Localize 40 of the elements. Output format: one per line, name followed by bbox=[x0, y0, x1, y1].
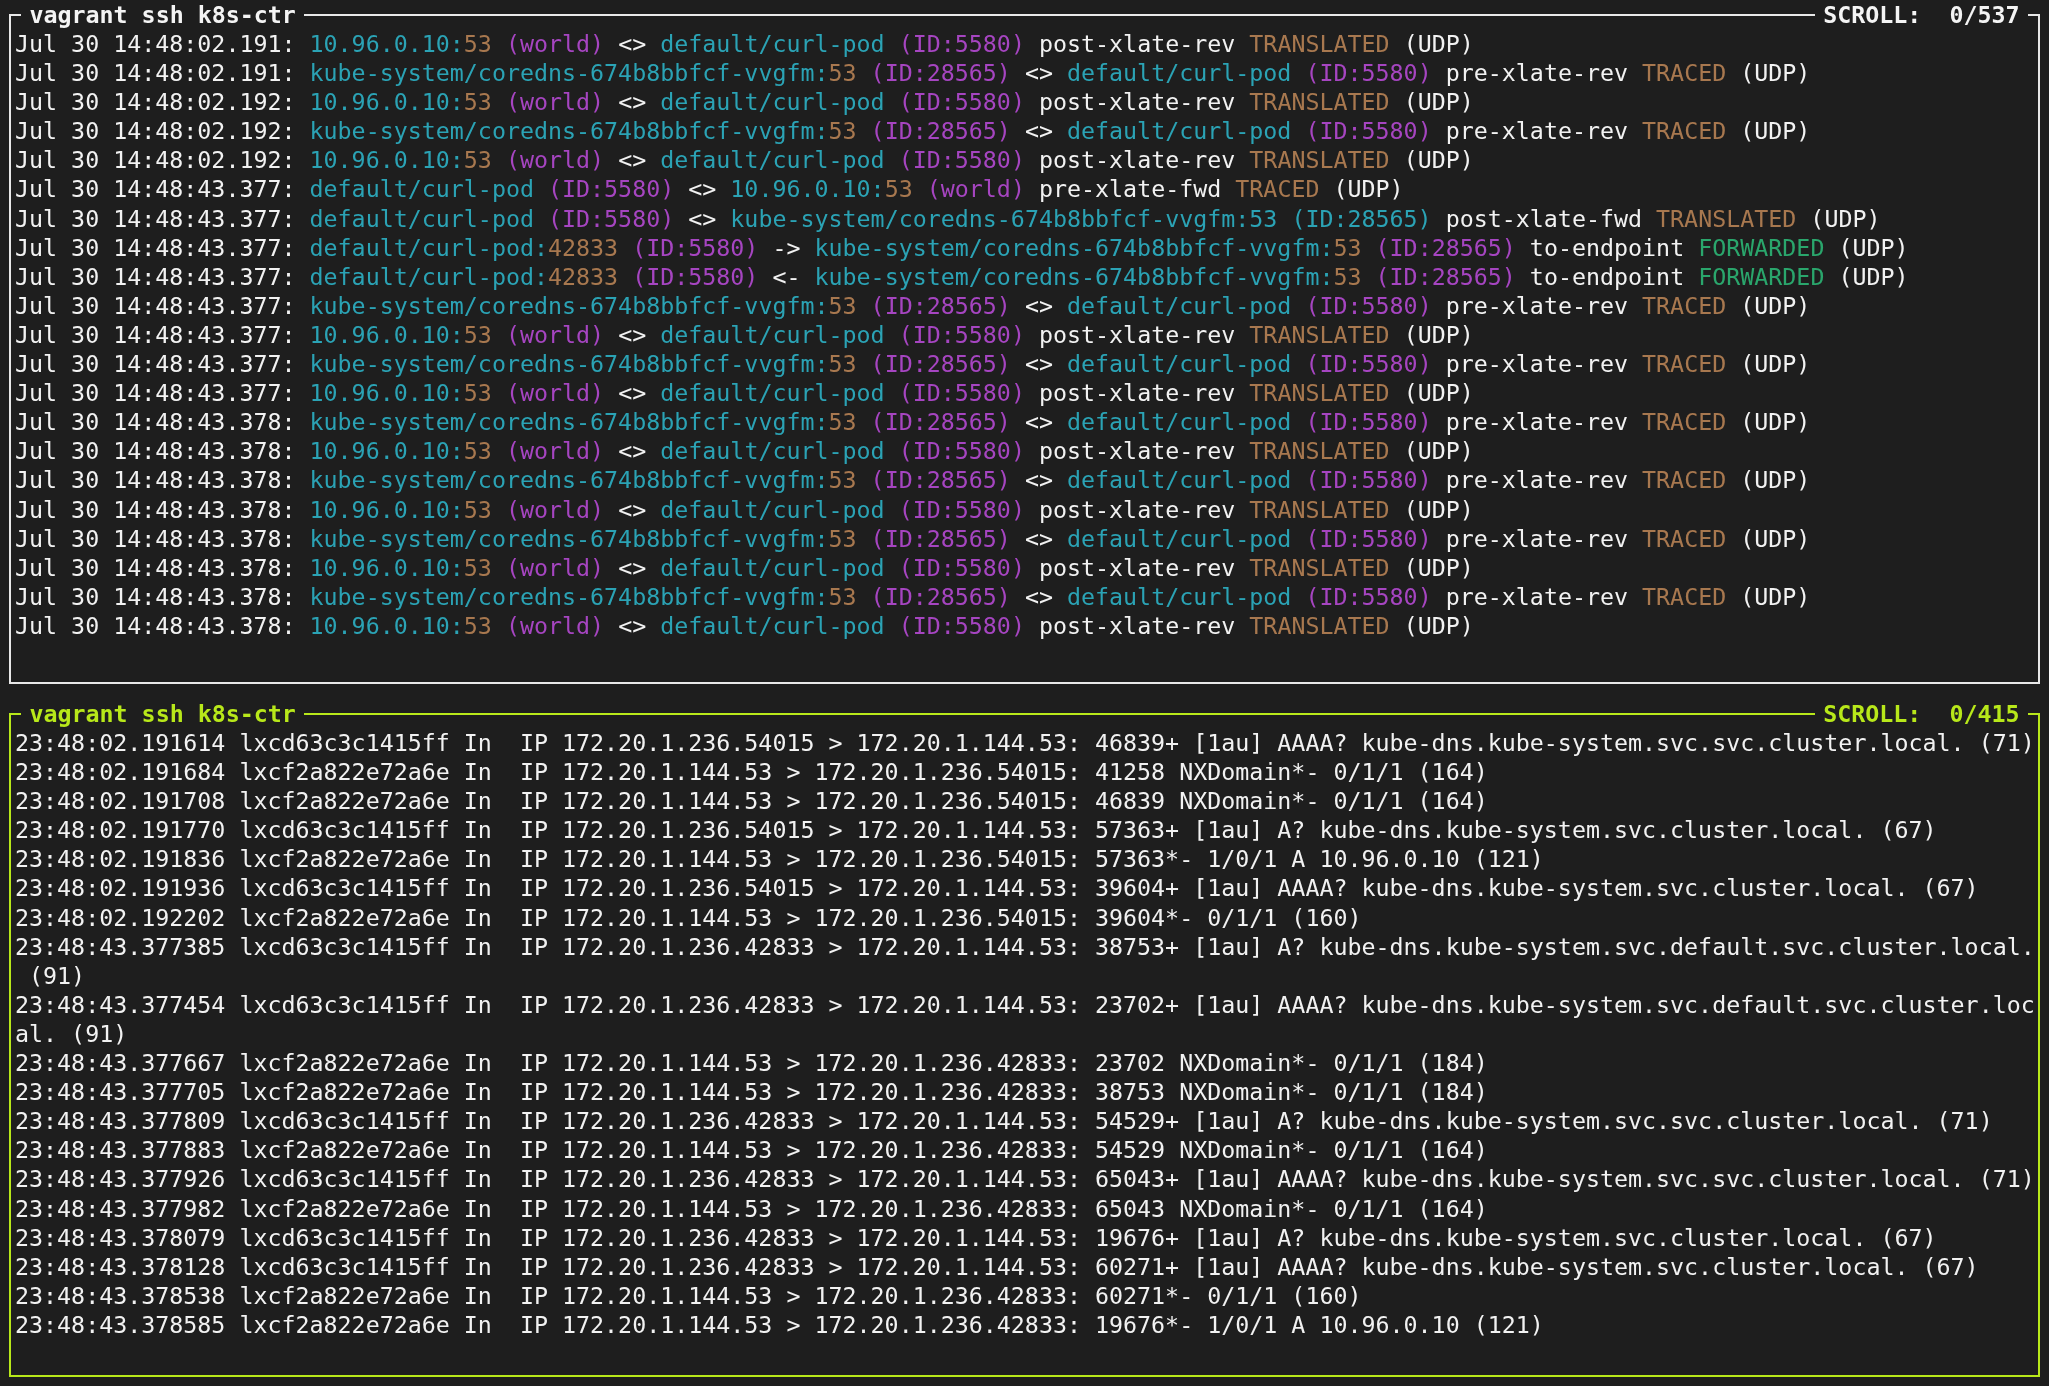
log-line: Jul 30 14:48:02.192: 10.96.0.10:53 (world) <> default/curl-pod (ID:5580) post-xlate-rev TRANSLATED (UDP) bbox=[15, 145, 1475, 175]
log-line: 23:48:02.191684 lxcf2a822e72a6e In IP 172.20.1.144.53 > 172.20.1.236.54015: 41258 NXDomain*- 0/1/1 (164) bbox=[15, 757, 1489, 787]
log-line: Jul 30 14:48:43.378: kube-system/coredns-674b8bbfcf-vvgfm:53 (ID:28565) <> default/curl-pod (ID:5580) pre-xlate-rev TRACED (UDP) bbox=[15, 581, 1812, 611]
log-line: 23:48:43.378079 lxcd63c3c1415ff In IP 172.20.1.236.42833 > 172.20.1.144.53: 19676+ [1au] A? kube-dns.kube-system.svc.cluster.local. (67) bbox=[15, 1222, 1938, 1252]
log-line: Jul 30 14:48:43.377: 10.96.0.10:53 (world) <> default/curl-pod (ID:5580) post-xlate-rev TRANSLATED (UDP) bbox=[15, 319, 1475, 350]
log-line: Jul 30 14:48:02.191: 10.96.0.10:53 (world) <> default/curl-pod (ID:5580) post-xlate-rev TRANSLATED (UDP) bbox=[15, 29, 1475, 59]
log-line: Jul 30 14:48:43.378: kube-system/coredns-674b8bbfcf-vvgfm:53 (ID:28565) <> default/curl-pod (ID:5580) pre-xlate-rev TRACED (UDP) bbox=[15, 523, 1812, 553]
log-line: Jul 30 14:48:43.377: default/curl-pod (ID:5580) <> 10.96.0.10:53 (world) pre-xlate-fwd TRACED (UDP) bbox=[15, 174, 1405, 204]
log-line: 23:48:43.378585 lxcf2a822e72a6e In IP 172.20.1.144.53 > 172.20.1.236.42833: 19676*- 1/0/1 A 10.96.0.10 (121) bbox=[15, 1309, 1545, 1339]
log-line: 23:48:02.191936 lxcd63c3c1415ff In IP 172.20.1.236.54015 > 172.20.1.144.53: 39604+ [1au] AAAA? kube-dns.kube-system.svc.cluster.local. (67) bbox=[15, 873, 1980, 903]
log-line: 23:48:43.377385 lxcd63c3c1415ff In IP 172.20.1.236.42833 > 172.20.1.144.53: 38753+ [1au] A? kube-dns.kube-system.svc.default.svc.cluster.local. (91) bbox=[15, 931, 2036, 990]
log-line: 23:48:43.377454 lxcd63c3c1415ff In IP 172.20.1.236.42833 > 172.20.1.144.53: 23702+ [1au] AAAA? kube-dns.kube-system.svc.default.svc.cluster.local. (91) bbox=[15, 989, 2036, 1049]
log-line: Jul 30 14:48:43.378: 10.96.0.10:53 (world) <> default/curl-pod (ID:5580) post-xlate-rev TRANSLATED (UDP) bbox=[15, 494, 1475, 524]
log-line: Jul 30 14:48:43.377: kube-system/coredns-674b8bbfcf-vvgfm:53 (ID:28565) <> default/curl-pod (ID:5580) pre-xlate-rev TRACED (UDP) bbox=[15, 349, 1812, 379]
log-line: 23:48:43.377883 lxcf2a822e72a6e In IP 172.20.1.144.53 > 172.20.1.236.42833: 54529 NXDomain*- 0/1/1 (164) bbox=[15, 1135, 1489, 1165]
log-line: Jul 30 14:48:02.192: 10.96.0.10:53 (world) <> default/curl-pod (ID:5580) post-xlate-rev TRANSLATED (UDP) bbox=[15, 87, 1475, 117]
log-line: 23:48:43.377982 lxcf2a822e72a6e In IP 172.20.1.144.53 > 172.20.1.236.42833: 65043 NXDomain*- 0/1/1 (164) bbox=[15, 1193, 1489, 1223]
log-line: 23:48:02.192202 lxcf2a822e72a6e In IP 172.20.1.144.53 > 172.20.1.236.54015: 39604*- 0/1/1 (160) bbox=[15, 902, 1363, 932]
log-line: Jul 30 14:48:02.191: kube-system/coredns-674b8bbfcf-vvgfm:53 (ID:28565) <> default/curl-pod (ID:5580) pre-xlate-rev TRACED (UDP) bbox=[15, 58, 1812, 88]
log-line: 23:48:02.191614 lxcd63c3c1415ff In IP 172.20.1.236.54015 > 172.20.1.144.53: 46839+ [1au] AAAA? kube-dns.kube-system.svc.svc.cluster.local. (71) bbox=[15, 728, 2036, 758]
log-line: Jul 30 14:48:43.377: default/curl-pod:42833 (ID:5580) <- kube-system/coredns-674b8bbfcf-vvgfm:53 (ID:28565) to-endpoint FORWARDED (UDP) bbox=[15, 261, 1910, 291]
log-line: Jul 30 14:48:43.378: kube-system/coredns-674b8bbfcf-vvgfm:53 (ID:28565) <> default/curl-pod (ID:5580) pre-xlate-rev TRACED (UDP) bbox=[15, 407, 1812, 437]
log-line: Jul 30 14:48:43.378: kube-system/coredns-674b8bbfcf-vvgfm:53 (ID:28565) <> default/curl-pod (ID:5580) pre-xlate-rev TRACED (UDP) bbox=[15, 465, 1812, 495]
log-line: 23:48:43.377705 lxcf2a822e72a6e In IP 172.20.1.144.53 > 172.20.1.236.42833: 38753 NXDomain*- 0/1/1 (184) bbox=[15, 1077, 1489, 1107]
log-line: Jul 30 14:48:43.377: default/curl-pod (ID:5580) <> kube-system/coredns-674b8bbfcf-vvgfm:53 (ID:28565) post-xlate-fwd TRANSLATED (UDP) bbox=[15, 203, 1882, 233]
log-line: Jul 30 14:48:43.378: 10.96.0.10:53 (world) <> default/curl-pod (ID:5580) post-xlate-rev TRANSLATED (UDP) bbox=[15, 610, 1475, 640]
log-line: Jul 30 14:48:43.378: 10.96.0.10:53 (world) <> default/curl-pod (ID:5580) post-xlate-rev TRANSLATED (UDP) bbox=[15, 552, 1475, 582]
log-line: 23:48:43.378128 lxcd63c3c1415ff In IP 172.20.1.236.42833 > 172.20.1.144.53: 60271+ [1au] AAAA? kube-dns.kube-system.svc.cluster.local. (67) bbox=[15, 1251, 1980, 1281]
log-line: 23:48:02.191836 lxcf2a822e72a6e In IP 172.20.1.144.53 > 172.20.1.236.54015: 57363*- 1/0/1 A 10.96.0.10 (121) bbox=[15, 844, 1545, 874]
log-line: 23:48:43.377667 lxcf2a822e72a6e In IP 172.20.1.144.53 > 172.20.1.236.42833: 23702 NXDomain*- 0/1/1 (184) bbox=[15, 1048, 1489, 1078]
log-line: 23:48:43.377926 lxcd63c3c1415ff In IP 172.20.1.236.42833 > 172.20.1.144.53: 65043+ [1au] AAAA? kube-dns.kube-system.svc.svc.cluster.local. (71) bbox=[15, 1164, 2036, 1194]
log-line: 23:48:02.191708 lxcf2a822e72a6e In IP 172.20.1.144.53 > 172.20.1.236.54015: 46839 NXDomain*- 0/1/1 (164) bbox=[15, 786, 1489, 816]
log-line: Jul 30 14:48:43.378: 10.96.0.10:53 (world) <> default/curl-pod (ID:5580) post-xlate-rev TRANSLATED (UDP) bbox=[15, 436, 1475, 466]
log-line: Jul 30 14:48:02.192: kube-system/coredns-674b8bbfcf-vvgfm:53 (ID:28565) <> default/curl-pod (ID:5580) pre-xlate-rev TRACED (UDP) bbox=[15, 116, 1812, 146]
log-line: 23:48:43.378538 lxcf2a822e72a6e In IP 172.20.1.144.53 > 172.20.1.236.42833: 60271*- 0/1/1 (160) bbox=[15, 1280, 1363, 1310]
log-line: Jul 30 14:48:43.377: kube-system/coredns-674b8bbfcf-vvgfm:53 (ID:28565) <> default/curl-pod (ID:5580) pre-xlate-rev TRACED (UDP) bbox=[15, 290, 1812, 320]
log-line: Jul 30 14:48:43.377: 10.96.0.10:53 (world) <> default/curl-pod (ID:5580) post-xlate-rev TRANSLATED (UDP) bbox=[15, 378, 1475, 408]
log-line: 23:48:02.191770 lxcd63c3c1415ff In IP 172.20.1.236.54015 > 172.20.1.144.53: 57363+ [1au] A? kube-dns.kube-system.svc.cluster.local. (67) bbox=[15, 815, 1938, 845]
log-line: 23:48:43.377809 lxcd63c3c1415ff In IP 172.20.1.236.42833 > 172.20.1.144.53: 54529+ [1au] A? kube-dns.kube-system.svc.svc.cluster.local. (71) bbox=[15, 1106, 1994, 1136]
log-line: Jul 30 14:48:43.377: default/curl-pod:42833 (ID:5580) -> kube-system/coredns-674b8bbfcf-vvgfm:53 (ID:28565) to-endpoint FORWARDED (UDP) bbox=[15, 232, 1910, 262]
